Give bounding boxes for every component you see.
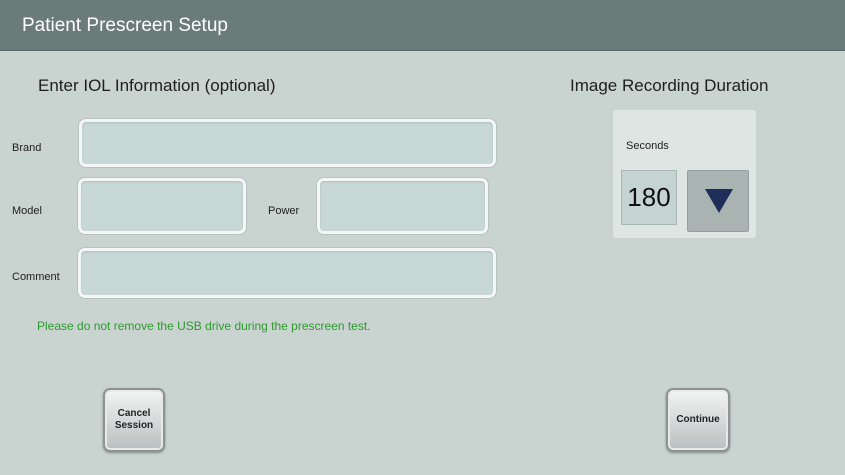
duration-heading: Image Recording Duration [570, 76, 769, 95]
brand-label: Brand [12, 142, 42, 154]
comment-label: Comment [12, 271, 60, 283]
title-bar: Patient Prescreen Setup [0, 0, 845, 51]
continue-button[interactable]: Continue [666, 388, 730, 452]
iol-section-heading: Enter IOL Information (optional) [38, 76, 276, 95]
model-field[interactable] [78, 178, 246, 234]
brand-field[interactable] [79, 119, 496, 167]
power-field[interactable] [317, 178, 488, 234]
seconds-label: Seconds [626, 140, 669, 152]
down-triangle-icon [705, 189, 733, 213]
usb-notice: Please do not remove the USB drive durin… [37, 319, 371, 333]
cancel-session-button[interactable]: Cancel Session [103, 388, 165, 452]
decrease-duration-button[interactable] [687, 170, 749, 232]
model-label: Model [12, 205, 42, 217]
window-title: Patient Prescreen Setup [22, 15, 228, 36]
power-label: Power [268, 205, 300, 217]
comment-field[interactable] [78, 248, 496, 298]
duration-value: 180 [621, 170, 677, 225]
duration-panel: Seconds 180 [613, 110, 756, 238]
